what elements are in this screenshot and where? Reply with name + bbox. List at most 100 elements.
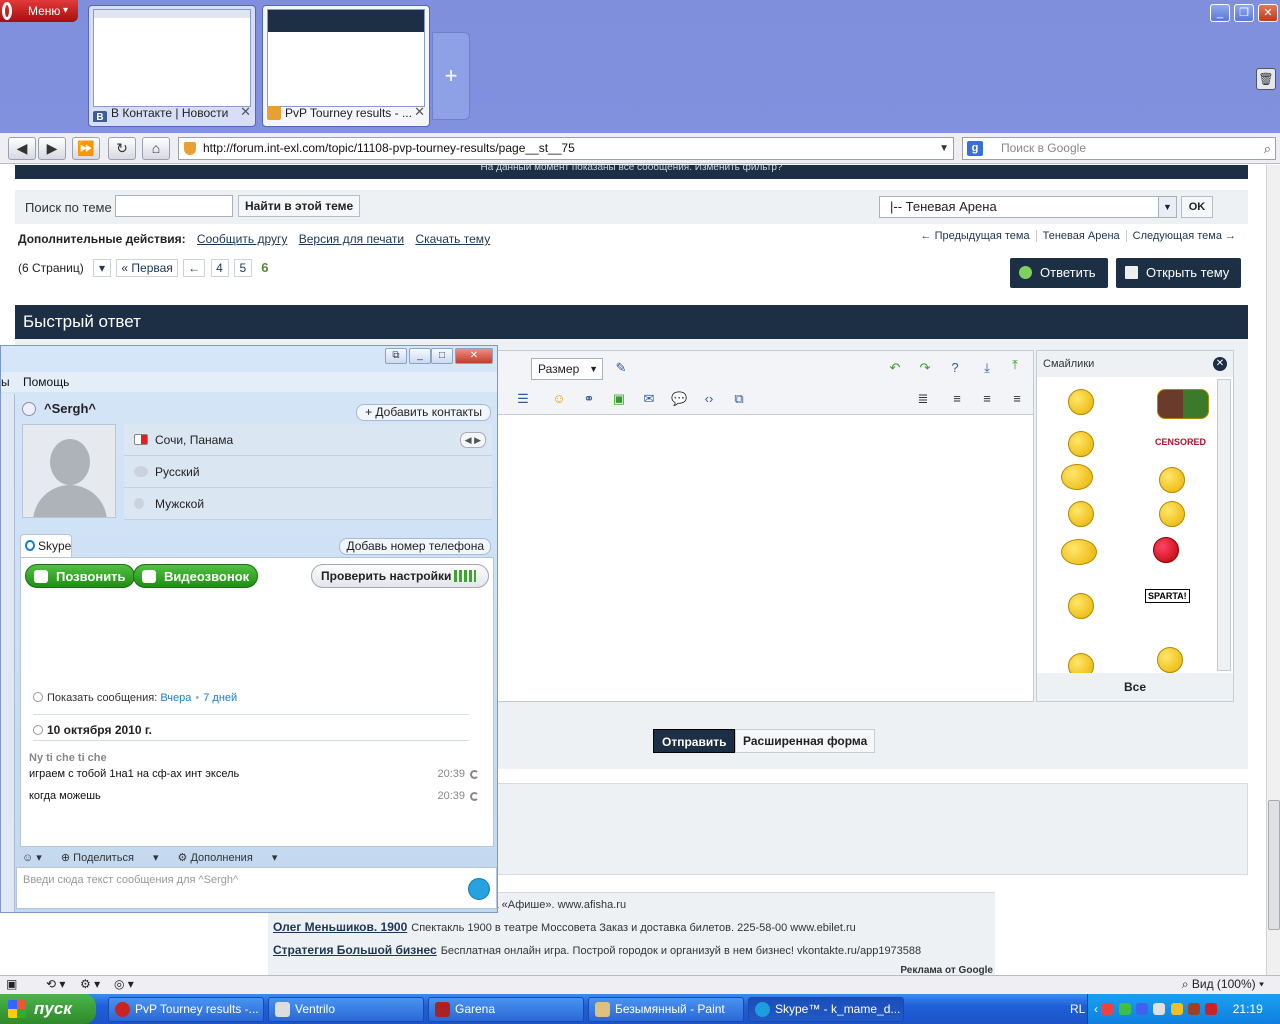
add-contacts-button[interactable]: + Добавить контакты [356, 404, 491, 421]
new-topic-button[interactable]: Открыть тему [1116, 258, 1242, 288]
minimize-icon[interactable]: _ [1210, 4, 1230, 22]
remove-format-icon[interactable]: ✎ [613, 360, 629, 376]
show-7-days-link[interactable]: 7 дней [203, 692, 237, 704]
close-window-icon[interactable]: ✕ [1258, 4, 1278, 22]
back-icon[interactable]: ◀ [8, 137, 36, 160]
tab-pvp-tourney[interactable]: PvP Tourney results - ... ✕ [262, 5, 430, 127]
next-topic-link[interactable]: Следующая тема → [1125, 230, 1242, 242]
taskbar-garena[interactable]: Garena [428, 997, 584, 1022]
shield-icon[interactable] [1170, 1003, 1183, 1015]
undo-icon[interactable]: ↶ [887, 360, 903, 376]
smiley-scrollbar[interactable] [1217, 379, 1231, 671]
tray-expand-icon[interactable]: ‹ [1094, 1002, 1098, 1016]
send-button[interactable]: Отправить [653, 729, 736, 753]
sync-icon[interactable]: ⟲ ▾ [46, 977, 65, 991]
close-icon[interactable]: ✕ [455, 348, 493, 364]
help-icon[interactable]: ? [947, 360, 963, 376]
skype-titlebar[interactable]: ⧉ _ □ ✕ [1, 346, 497, 368]
first-page-link[interactable]: « Первая [116, 259, 178, 277]
tab-skype[interactable]: Skype [20, 534, 72, 558]
taskbar-ventrilo[interactable]: Ventrilo [268, 997, 424, 1022]
search-input[interactable]: g Поиск в Google ⌕ [962, 137, 1276, 160]
ok-button[interactable]: OK [1181, 196, 1213, 218]
send-message-icon[interactable] [468, 878, 490, 900]
save-draft-icon[interactable]: ⤓ [979, 360, 995, 376]
smiley-reaper-icon[interactable] [1157, 647, 1183, 673]
show-yesterday-link[interactable]: Вчера [160, 692, 191, 704]
quote-icon[interactable]: 💬 [671, 391, 687, 407]
close-tab-icon[interactable]: ✕ [240, 104, 251, 120]
zoom-control[interactable]: ⌕ Вид (100%) ▾ [1182, 977, 1264, 992]
download-topic-link[interactable]: Скачать тему [415, 232, 490, 246]
menu-item[interactable]: ы [1, 375, 10, 389]
tray-app-icon[interactable] [1188, 1003, 1201, 1015]
restore-icon[interactable]: ❐ [1234, 4, 1254, 22]
topic-search-input[interactable] [115, 195, 233, 217]
video-call-button[interactable]: Видеозвонок [133, 564, 259, 588]
close-tab-icon[interactable]: ✕ [414, 104, 425, 120]
forum-jump-select[interactable]: |-- Теневая Арена ▼ [879, 196, 1177, 218]
smiley-censored-icon[interactable]: CENSORED [1155, 437, 1206, 447]
smiley-sparta-icon[interactable]: SPARTA! [1145, 589, 1190, 603]
page-scrollbar[interactable] [1266, 165, 1280, 975]
tray-app-icon[interactable] [1153, 1003, 1166, 1015]
tray-app-icon[interactable] [1118, 1003, 1131, 1015]
filter-notice[interactable]: На данный момент показаны все сообщения.… [15, 165, 1248, 179]
align-center-icon[interactable]: ≡ [979, 391, 995, 407]
smiley-icon[interactable] [1159, 501, 1185, 527]
all-smileys-button[interactable]: Все [1037, 673, 1233, 701]
spoiler-icon[interactable]: ⧉ [731, 391, 747, 407]
smiley-icon[interactable] [1157, 389, 1209, 419]
language-indicator[interactable]: RL [1070, 994, 1085, 1024]
turbo-icon[interactable]: ◎ ▾ [114, 977, 134, 991]
page-link[interactable]: 4 [210, 259, 229, 277]
home-icon[interactable]: ⌂ [142, 137, 170, 160]
smiley-icon[interactable] [1159, 467, 1185, 493]
smiley-icon[interactable] [1068, 389, 1094, 415]
address-input[interactable]: http://forum.int-exl.com/topic/11108-pvp… [178, 137, 954, 160]
align-right-icon[interactable]: ≡ [1009, 391, 1025, 407]
image-icon[interactable]: ▣ [611, 391, 627, 407]
share-button[interactable]: ⊕ Поделиться ▾ [61, 852, 159, 864]
info-nav-arrows-icon[interactable]: ◀ ▶ [459, 432, 486, 448]
opera-menu-button[interactable]: Меню ▾ [0, 0, 78, 22]
font-size-select[interactable]: Размер ▼ [531, 358, 603, 380]
smiley-devil-icon[interactable] [1153, 537, 1179, 563]
minimize-icon[interactable]: _ [409, 348, 431, 364]
unite-icon[interactable]: ⚙ ▾ [80, 977, 100, 991]
emoticon-menu-icon[interactable]: ☺ ▾ [22, 852, 42, 864]
taskbar-paint[interactable]: Безымянный - Paint [588, 997, 744, 1022]
indent-icon[interactable]: ≣ [915, 391, 931, 407]
reply-button[interactable]: Ответить [1010, 258, 1108, 288]
chevron-down-icon[interactable]: ▼ [939, 138, 949, 159]
email-icon[interactable]: ✉ [641, 391, 657, 407]
scrollbar-thumb[interactable] [1268, 800, 1280, 930]
maximize-icon[interactable]: □ [431, 348, 453, 364]
new-tab-button[interactable]: + [432, 32, 470, 120]
trash-icon[interactable]: 🗑 [1256, 68, 1276, 90]
fast-forward-icon[interactable]: ⏩ [72, 137, 100, 160]
smiley-icon[interactable] [1061, 539, 1097, 565]
reload-icon[interactable]: ↻ [108, 137, 136, 160]
smiley-icon[interactable] [1068, 593, 1094, 619]
search-icon[interactable]: ⌕ [1264, 138, 1271, 159]
contacts-strip[interactable] [1, 394, 15, 912]
menu-help[interactable]: Помощь [23, 375, 69, 389]
emoticon-icon[interactable]: ☺ [551, 391, 567, 407]
smiley-icon[interactable] [1061, 464, 1093, 490]
tray-app-icon[interactable] [1101, 1003, 1114, 1015]
call-button[interactable]: Позвонить [25, 564, 135, 588]
compact-view-icon[interactable]: ⧉ [385, 348, 407, 364]
prev-page-link[interactable]: ← [183, 259, 206, 277]
forum-link[interactable]: Теневая Арена [1035, 230, 1126, 242]
advanced-form-button[interactable]: Расширенная форма [735, 729, 876, 753]
email-friend-link[interactable]: Сообщить другу [197, 232, 287, 246]
smiley-icon[interactable] [1068, 431, 1094, 457]
align-left-icon[interactable]: ≡ [949, 391, 965, 407]
panel-toggle-icon[interactable]: ▣ [6, 977, 17, 991]
forward-icon[interactable]: ▶ [38, 137, 66, 160]
check-settings-button[interactable]: Проверить настройки [311, 564, 489, 588]
link-icon[interactable]: ⚭ [581, 391, 597, 407]
extras-button[interactable]: ⚙ Дополнения ▾ [178, 852, 278, 864]
pages-dropdown[interactable]: ▾ [93, 259, 112, 277]
